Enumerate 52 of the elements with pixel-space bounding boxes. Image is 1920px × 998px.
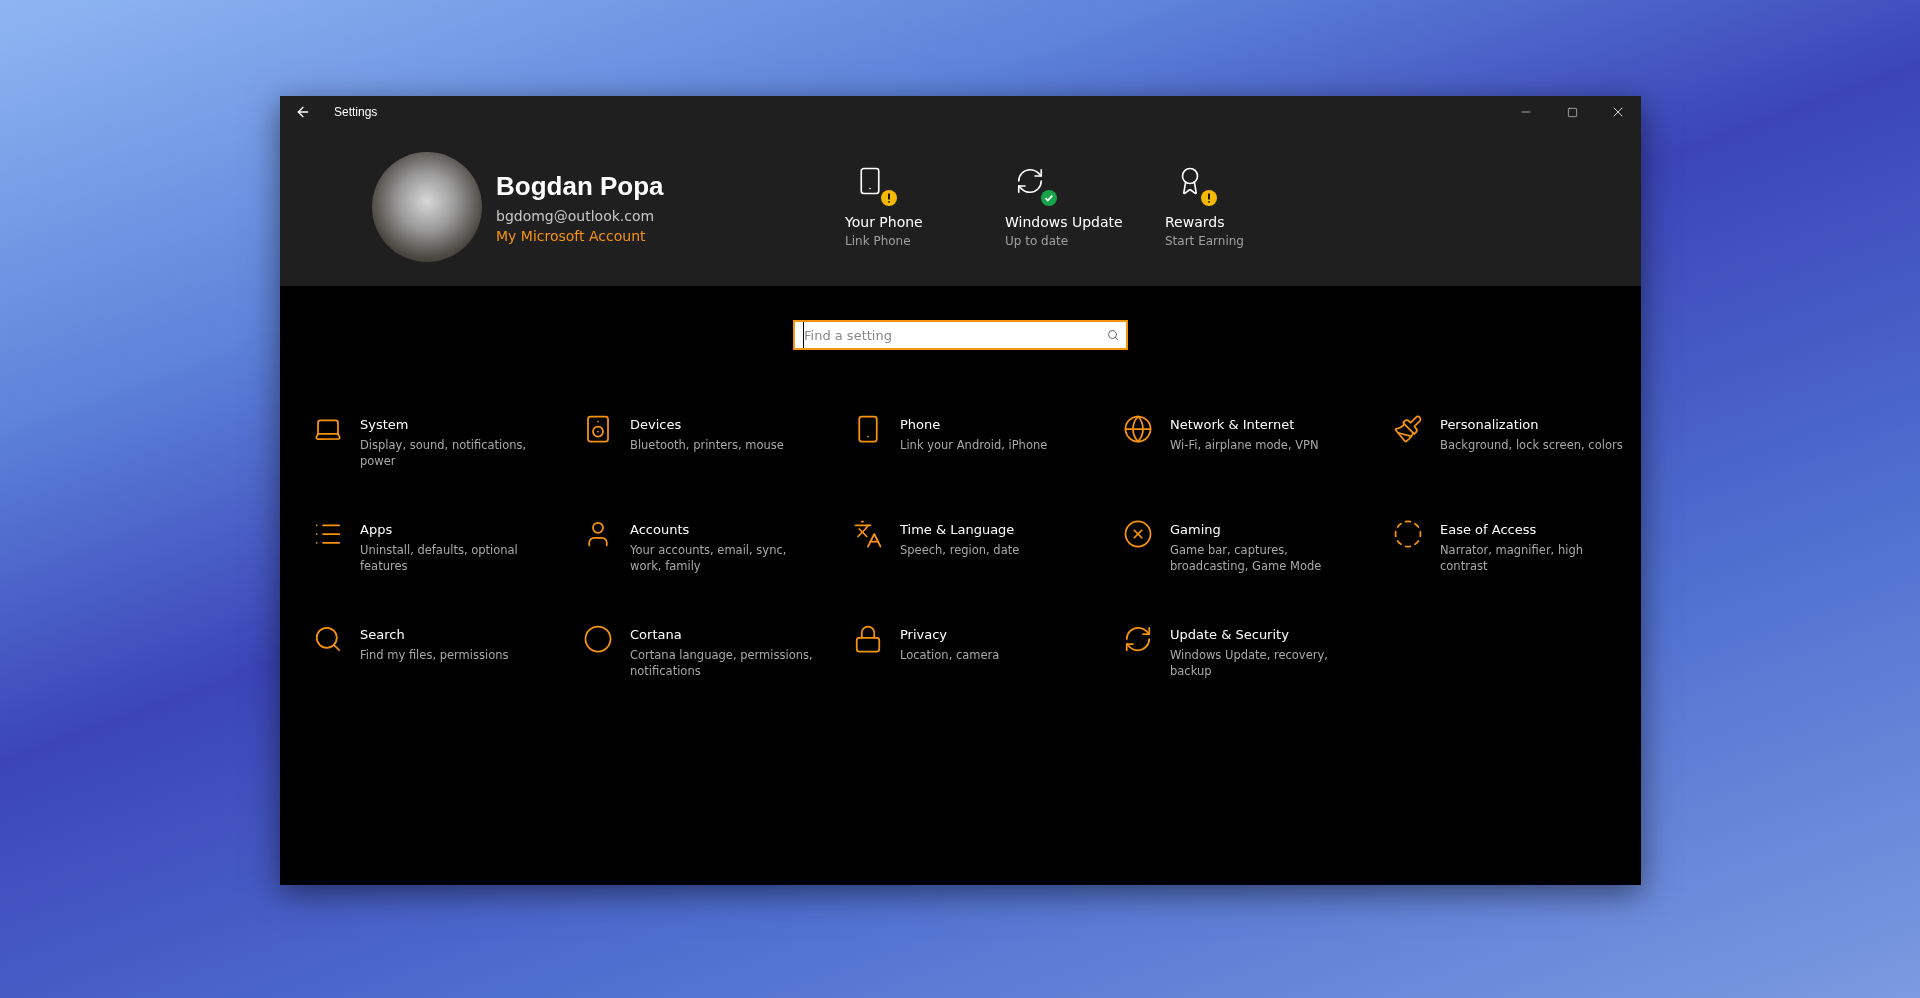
category-title[interactable]: Phone [900,417,1085,432]
category-title[interactable]: Apps [360,522,545,537]
category-description: Background, lock screen, colors [1440,437,1624,453]
category-title[interactable]: Gaming [1170,522,1355,537]
maximize-icon [1566,106,1578,118]
hero-item-title[interactable]: Windows Update [1005,214,1165,230]
language-icon[interactable] [853,519,883,549]
hero-item-title[interactable]: Your Phone [845,214,1005,230]
category-description: Link your Android, iPhone [900,437,1049,453]
category-title[interactable]: Privacy [900,627,1085,642]
category-description: Uninstall, defaults, optional features [360,542,519,574]
search-field[interactable]: Find a setting [793,320,1128,350]
ring-icon[interactable] [583,624,613,654]
category-title[interactable]: Network & Internet [1170,417,1355,432]
category-title[interactable]: Accounts [630,522,815,537]
hero-item-title[interactable]: Rewards [1165,214,1325,230]
dashed-circle-icon[interactable] [1393,519,1423,549]
category-description: Cortana language, permissions, notifications [630,647,814,679]
category-description: Location, camera [900,647,1001,663]
back-arrow-icon [295,104,311,120]
category-description: Narrator, magnifier, high contrast [1440,542,1584,574]
category-title[interactable]: Cortana [630,627,815,642]
globe-icon[interactable] [1123,414,1153,444]
hero-item-subtitle: Up to date [1005,234,1070,248]
category-title[interactable]: Update & Security [1170,627,1355,642]
account-link[interactable]: My Microsoft Account [496,227,836,244]
account-name: Bogdan Popa [496,170,665,202]
category-title[interactable]: Personalization [1440,417,1625,432]
hero-item-subtitle: Link Phone [845,234,912,248]
category-description: Speech, region, date [900,542,1021,558]
category-description: Your accounts, email, sync, work, family [630,542,788,574]
account-email: bgdomg@outlook.com [496,207,656,224]
category-description: Windows Update, recovery, backup [1170,647,1329,679]
window-title: Settings [334,105,379,119]
category-description: Wi-Fi, airplane mode, VPN [1170,437,1320,453]
category-title[interactable]: System [360,417,545,432]
category-description: Display, sound, notifications, power [360,437,528,469]
circle-x-icon[interactable] [1123,519,1153,549]
search-icon [1107,329,1119,341]
search-icon[interactable] [313,624,343,654]
category-title[interactable]: Search [360,627,545,642]
category-title[interactable]: Time & Language [900,522,1085,537]
category-description: Bluetooth, printers, mouse [630,437,785,453]
hero-item-subtitle: Start Earning [1165,234,1245,248]
category-description: Game bar, captures, broadcasting, Game Mode [1170,542,1323,574]
category-title[interactable]: Ease of Access [1440,522,1625,537]
category-title[interactable]: Devices [630,417,815,432]
refresh-icon[interactable] [1015,166,1045,196]
category-description: Find my files, permissions [360,647,510,663]
paintbrush-icon[interactable] [1393,414,1423,444]
sync-icon[interactable] [1123,624,1153,654]
lock-icon[interactable] [853,624,883,654]
